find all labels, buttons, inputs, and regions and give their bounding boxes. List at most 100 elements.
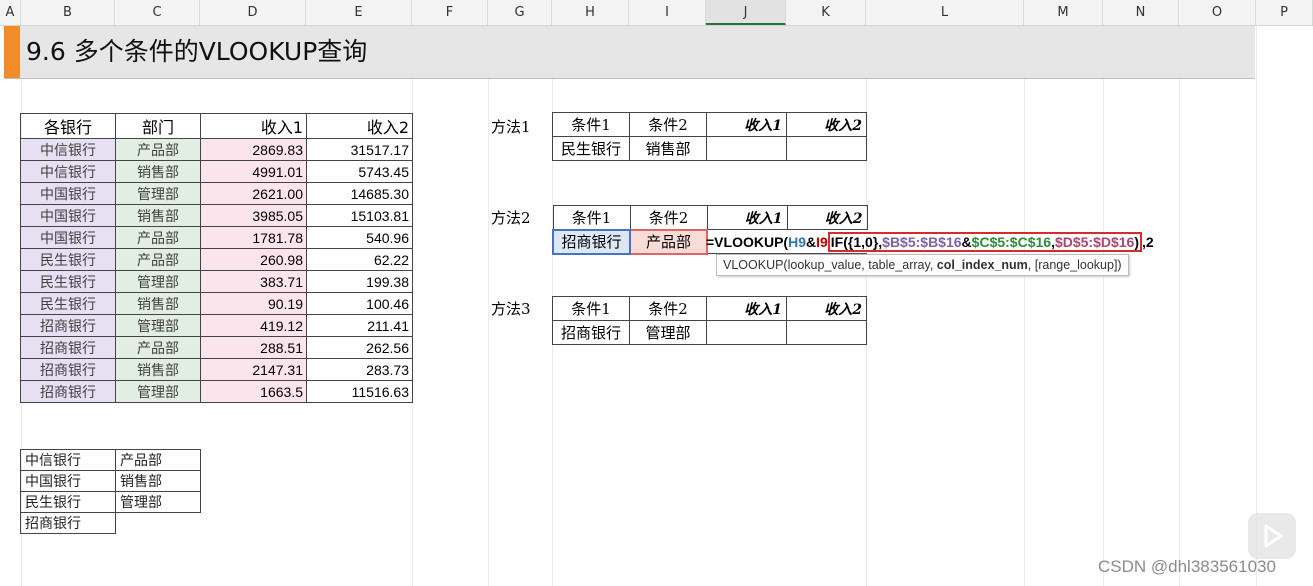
cell-dept[interactable]: 销售部 xyxy=(115,160,201,183)
method-header-income1[interactable]: 收入1 xyxy=(706,112,787,137)
cell-income1[interactable]: 288.51 xyxy=(200,336,307,359)
method-header-income1[interactable]: 收入1 xyxy=(706,205,788,230)
method-cond2-value[interactable]: 产品部 xyxy=(629,228,708,255)
method-cond1-value[interactable]: 招商银行 xyxy=(552,320,630,345)
cell-income2[interactable]: 100.46 xyxy=(306,292,413,315)
column-header-d[interactable]: D xyxy=(200,0,306,25)
cell-income1[interactable]: 4991.01 xyxy=(200,160,307,183)
cell-income1[interactable]: 383.71 xyxy=(200,270,307,293)
column-header-o[interactable]: O xyxy=(1179,0,1256,25)
cell-income2[interactable]: 199.38 xyxy=(306,270,413,293)
cell-income1[interactable]: 1663.5 xyxy=(200,380,307,403)
method1-label[interactable]: 方法1 xyxy=(491,116,531,137)
cell-income2[interactable]: 62.22 xyxy=(306,248,413,271)
header-income1[interactable]: 收入1 xyxy=(200,113,307,139)
cell-dept[interactable]: 产品部 xyxy=(115,248,201,271)
method-income1-value[interactable] xyxy=(706,136,787,161)
column-header-g[interactable]: G xyxy=(488,0,552,25)
column-header-n[interactable]: N xyxy=(1103,0,1179,25)
list-bank[interactable]: 中国银行 xyxy=(20,470,116,492)
cell-income2[interactable]: 5743.45 xyxy=(306,160,413,183)
play-button[interactable] xyxy=(1248,513,1296,559)
column-header-m[interactable]: M xyxy=(1024,0,1103,25)
column-header-j[interactable]: J xyxy=(706,0,786,25)
method-header-cond2[interactable]: 条件2 xyxy=(629,296,707,321)
method-header-cond2[interactable]: 条件2 xyxy=(629,205,708,230)
method-income2-value[interactable] xyxy=(786,320,867,345)
cell-bank[interactable]: 民生银行 xyxy=(20,270,116,293)
method-cond1-value[interactable]: 招商银行 xyxy=(552,228,631,255)
cell-income2[interactable]: 540.96 xyxy=(306,226,413,249)
cell-bank[interactable]: 中国银行 xyxy=(20,226,116,249)
column-header-a[interactable]: A xyxy=(0,0,21,25)
column-header-c[interactable]: C xyxy=(115,0,200,25)
method2-label[interactable]: 方法2 xyxy=(491,207,531,228)
cell-income1[interactable]: 2147.31 xyxy=(200,358,307,381)
list-bank[interactable]: 招商银行 xyxy=(20,512,116,534)
cell-income1[interactable]: 2621.00 xyxy=(200,182,307,205)
cell-income2[interactable]: 31517.17 xyxy=(306,138,413,161)
cell-dept[interactable]: 产品部 xyxy=(115,226,201,249)
column-header-l[interactable]: L xyxy=(866,0,1024,25)
cell-income1[interactable]: 3985.05 xyxy=(200,204,307,227)
header-dept[interactable]: 部门 xyxy=(115,113,201,139)
header-income2[interactable]: 收入2 xyxy=(306,113,413,139)
method-header-income1[interactable]: 收入1 xyxy=(706,296,787,321)
cell-bank[interactable]: 中国银行 xyxy=(20,182,116,205)
method-header-cond1[interactable]: 条件1 xyxy=(552,112,630,137)
cell-bank[interactable]: 招商银行 xyxy=(20,336,116,359)
cell-income1[interactable]: 1781.78 xyxy=(200,226,307,249)
column-header-i[interactable]: I xyxy=(629,0,706,25)
list-dept[interactable]: 管理部 xyxy=(115,491,201,513)
list-bank[interactable]: 中信银行 xyxy=(20,449,116,471)
cell-bank[interactable]: 招商银行 xyxy=(20,314,116,337)
column-header-h[interactable]: H xyxy=(552,0,629,25)
cell-bank[interactable]: 中国银行 xyxy=(20,204,116,227)
column-header-p[interactable]: P xyxy=(1256,0,1313,25)
method-header-income2[interactable]: 收入2 xyxy=(786,205,868,230)
function-tooltip[interactable]: VLOOKUP(lookup_value, table_array, col_i… xyxy=(716,254,1129,276)
cell-income1[interactable]: 90.19 xyxy=(200,292,307,315)
method-header-cond2[interactable]: 条件2 xyxy=(629,112,707,137)
cell-dept[interactable]: 产品部 xyxy=(115,336,201,359)
column-header-b[interactable]: B xyxy=(21,0,115,25)
cell-income2[interactable]: 283.73 xyxy=(306,358,413,381)
method-header-income2[interactable]: 收入2 xyxy=(786,296,867,321)
method-cond2-value[interactable]: 销售部 xyxy=(629,136,707,161)
header-bank[interactable]: 各银行 xyxy=(20,113,116,139)
method-cond1-value[interactable]: 民生银行 xyxy=(552,136,630,161)
column-header-e[interactable]: E xyxy=(306,0,412,25)
cell-income2[interactable]: 262.56 xyxy=(306,336,413,359)
formula-input[interactable]: =VLOOKUP(H9&I9 IF({1,0},$B$5:$B$16&$C$5:$… xyxy=(706,231,1154,253)
cell-bank[interactable]: 中信银行 xyxy=(20,160,116,183)
cell-income2[interactable]: 11516.63 xyxy=(306,380,413,403)
method-header-cond1[interactable]: 条件1 xyxy=(552,296,630,321)
cell-dept[interactable]: 销售部 xyxy=(115,204,201,227)
cell-dept[interactable]: 管理部 xyxy=(115,380,201,403)
method-cond2-value[interactable]: 管理部 xyxy=(629,320,707,345)
list-bank[interactable]: 民生银行 xyxy=(20,491,116,513)
method3-label[interactable]: 方法3 xyxy=(491,298,531,319)
cell-income2[interactable]: 211.41 xyxy=(306,314,413,337)
cell-bank[interactable]: 招商银行 xyxy=(20,380,116,403)
column-header-k[interactable]: K xyxy=(786,0,866,25)
cell-dept[interactable]: 产品部 xyxy=(115,138,201,161)
method-header-income2[interactable]: 收入2 xyxy=(786,112,867,137)
cell-bank[interactable]: 民生银行 xyxy=(20,248,116,271)
cell-dept[interactable]: 销售部 xyxy=(115,358,201,381)
cell-bank[interactable]: 招商银行 xyxy=(20,358,116,381)
cell-bank[interactable]: 民生银行 xyxy=(20,292,116,315)
cell-dept[interactable]: 管理部 xyxy=(115,270,201,293)
page-title[interactable]: 9.6 多个条件的VLOOKUP查询 xyxy=(26,36,367,68)
list-dept[interactable]: 产品部 xyxy=(115,449,201,471)
method-income2-value[interactable] xyxy=(786,136,867,161)
cell-income1[interactable]: 419.12 xyxy=(200,314,307,337)
cell-income2[interactable]: 15103.81 xyxy=(306,204,413,227)
cell-bank[interactable]: 中信银行 xyxy=(20,138,116,161)
cell-income2[interactable]: 14685.30 xyxy=(306,182,413,205)
method-income1-value[interactable] xyxy=(706,320,787,345)
cell-income1[interactable]: 2869.83 xyxy=(200,138,307,161)
cell-dept[interactable]: 销售部 xyxy=(115,292,201,315)
cell-dept[interactable]: 管理部 xyxy=(115,182,201,205)
list-dept[interactable]: 销售部 xyxy=(115,470,201,492)
